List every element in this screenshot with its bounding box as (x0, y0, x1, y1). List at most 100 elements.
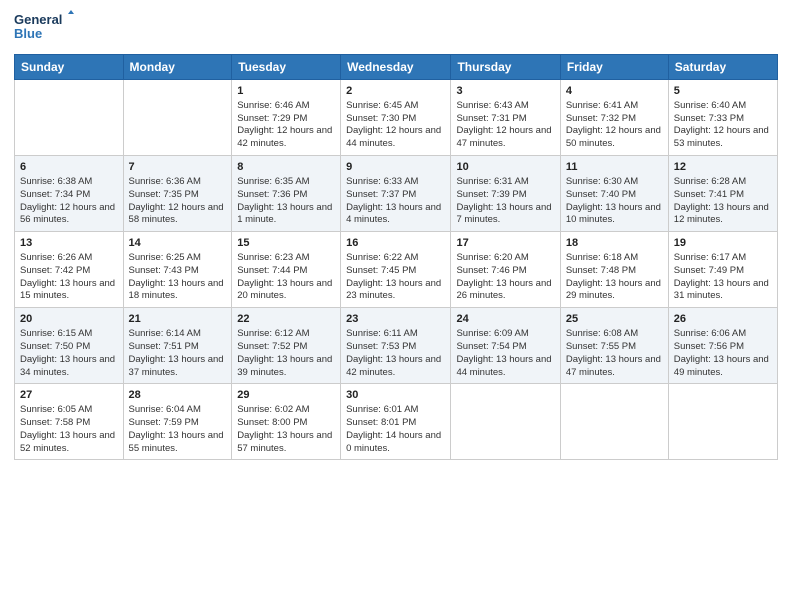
day-number: 26 (674, 312, 772, 327)
calendar-week-row: 27Sunrise: 6:05 AM Sunset: 7:58 PM Dayli… (15, 384, 778, 460)
calendar-cell: 28Sunrise: 6:04 AM Sunset: 7:59 PM Dayli… (123, 384, 232, 460)
calendar-week-row: 1Sunrise: 6:46 AM Sunset: 7:29 PM Daylig… (15, 80, 778, 156)
calendar-cell: 2Sunrise: 6:45 AM Sunset: 7:30 PM Daylig… (341, 80, 451, 156)
col-header-friday: Friday (560, 55, 668, 80)
day-number: 1 (237, 84, 335, 99)
calendar-header-row: SundayMondayTuesdayWednesdayThursdayFrid… (15, 55, 778, 80)
day-info: Sunrise: 6:26 AM Sunset: 7:42 PM Dayligh… (20, 252, 118, 303)
calendar-cell: 16Sunrise: 6:22 AM Sunset: 7:45 PM Dayli… (341, 232, 451, 308)
day-number: 7 (129, 160, 227, 175)
day-info: Sunrise: 6:17 AM Sunset: 7:49 PM Dayligh… (674, 252, 772, 303)
calendar-cell (123, 80, 232, 156)
svg-text:General: General (14, 12, 62, 27)
calendar-cell: 5Sunrise: 6:40 AM Sunset: 7:33 PM Daylig… (668, 80, 777, 156)
calendar-cell: 6Sunrise: 6:38 AM Sunset: 7:34 PM Daylig… (15, 156, 124, 232)
col-header-tuesday: Tuesday (232, 55, 341, 80)
calendar-cell: 20Sunrise: 6:15 AM Sunset: 7:50 PM Dayli… (15, 308, 124, 384)
col-header-wednesday: Wednesday (341, 55, 451, 80)
day-number: 9 (346, 160, 445, 175)
day-number: 14 (129, 236, 227, 251)
day-number: 28 (129, 388, 227, 403)
day-info: Sunrise: 6:46 AM Sunset: 7:29 PM Dayligh… (237, 100, 335, 151)
day-info: Sunrise: 6:30 AM Sunset: 7:40 PM Dayligh… (566, 176, 663, 227)
calendar-cell: 11Sunrise: 6:30 AM Sunset: 7:40 PM Dayli… (560, 156, 668, 232)
day-info: Sunrise: 6:08 AM Sunset: 7:55 PM Dayligh… (566, 328, 663, 379)
day-info: Sunrise: 6:25 AM Sunset: 7:43 PM Dayligh… (129, 252, 227, 303)
col-header-saturday: Saturday (668, 55, 777, 80)
day-info: Sunrise: 6:09 AM Sunset: 7:54 PM Dayligh… (456, 328, 554, 379)
day-info: Sunrise: 6:33 AM Sunset: 7:37 PM Dayligh… (346, 176, 445, 227)
calendar-cell: 26Sunrise: 6:06 AM Sunset: 7:56 PM Dayli… (668, 308, 777, 384)
day-number: 16 (346, 236, 445, 251)
page: General Blue SundayMondayTuesdayWednesda… (0, 0, 792, 612)
svg-text:Blue: Blue (14, 26, 42, 41)
day-info: Sunrise: 6:02 AM Sunset: 8:00 PM Dayligh… (237, 404, 335, 455)
day-number: 8 (237, 160, 335, 175)
logo: General Blue (14, 10, 74, 46)
calendar-cell (451, 384, 560, 460)
calendar-week-row: 13Sunrise: 6:26 AM Sunset: 7:42 PM Dayli… (15, 232, 778, 308)
calendar-cell (15, 80, 124, 156)
day-number: 10 (456, 160, 554, 175)
calendar-cell: 1Sunrise: 6:46 AM Sunset: 7:29 PM Daylig… (232, 80, 341, 156)
col-header-monday: Monday (123, 55, 232, 80)
day-number: 21 (129, 312, 227, 327)
day-info: Sunrise: 6:12 AM Sunset: 7:52 PM Dayligh… (237, 328, 335, 379)
logo-svg: General Blue (14, 10, 74, 46)
day-number: 22 (237, 312, 335, 327)
calendar-cell: 27Sunrise: 6:05 AM Sunset: 7:58 PM Dayli… (15, 384, 124, 460)
day-number: 29 (237, 388, 335, 403)
calendar-cell (560, 384, 668, 460)
day-number: 17 (456, 236, 554, 251)
day-number: 18 (566, 236, 663, 251)
day-number: 4 (566, 84, 663, 99)
day-info: Sunrise: 6:15 AM Sunset: 7:50 PM Dayligh… (20, 328, 118, 379)
day-info: Sunrise: 6:43 AM Sunset: 7:31 PM Dayligh… (456, 100, 554, 151)
calendar-cell: 21Sunrise: 6:14 AM Sunset: 7:51 PM Dayli… (123, 308, 232, 384)
day-info: Sunrise: 6:35 AM Sunset: 7:36 PM Dayligh… (237, 176, 335, 227)
day-info: Sunrise: 6:28 AM Sunset: 7:41 PM Dayligh… (674, 176, 772, 227)
calendar-cell: 29Sunrise: 6:02 AM Sunset: 8:00 PM Dayli… (232, 384, 341, 460)
calendar-cell: 9Sunrise: 6:33 AM Sunset: 7:37 PM Daylig… (341, 156, 451, 232)
calendar-cell: 17Sunrise: 6:20 AM Sunset: 7:46 PM Dayli… (451, 232, 560, 308)
calendar-cell: 15Sunrise: 6:23 AM Sunset: 7:44 PM Dayli… (232, 232, 341, 308)
day-info: Sunrise: 6:04 AM Sunset: 7:59 PM Dayligh… (129, 404, 227, 455)
day-number: 11 (566, 160, 663, 175)
day-number: 13 (20, 236, 118, 251)
calendar-cell: 25Sunrise: 6:08 AM Sunset: 7:55 PM Dayli… (560, 308, 668, 384)
calendar-cell (668, 384, 777, 460)
calendar-cell: 3Sunrise: 6:43 AM Sunset: 7:31 PM Daylig… (451, 80, 560, 156)
calendar-cell: 13Sunrise: 6:26 AM Sunset: 7:42 PM Dayli… (15, 232, 124, 308)
day-number: 25 (566, 312, 663, 327)
calendar-cell: 12Sunrise: 6:28 AM Sunset: 7:41 PM Dayli… (668, 156, 777, 232)
day-info: Sunrise: 6:14 AM Sunset: 7:51 PM Dayligh… (129, 328, 227, 379)
day-number: 3 (456, 84, 554, 99)
calendar-cell: 10Sunrise: 6:31 AM Sunset: 7:39 PM Dayli… (451, 156, 560, 232)
day-info: Sunrise: 6:36 AM Sunset: 7:35 PM Dayligh… (129, 176, 227, 227)
calendar-cell: 18Sunrise: 6:18 AM Sunset: 7:48 PM Dayli… (560, 232, 668, 308)
calendar-cell: 30Sunrise: 6:01 AM Sunset: 8:01 PM Dayli… (341, 384, 451, 460)
day-number: 19 (674, 236, 772, 251)
day-number: 24 (456, 312, 554, 327)
calendar-cell: 4Sunrise: 6:41 AM Sunset: 7:32 PM Daylig… (560, 80, 668, 156)
day-info: Sunrise: 6:05 AM Sunset: 7:58 PM Dayligh… (20, 404, 118, 455)
calendar-cell: 22Sunrise: 6:12 AM Sunset: 7:52 PM Dayli… (232, 308, 341, 384)
calendar-table: SundayMondayTuesdayWednesdayThursdayFrid… (14, 54, 778, 460)
header: General Blue (14, 10, 778, 46)
day-info: Sunrise: 6:11 AM Sunset: 7:53 PM Dayligh… (346, 328, 445, 379)
day-info: Sunrise: 6:01 AM Sunset: 8:01 PM Dayligh… (346, 404, 445, 455)
calendar-cell: 14Sunrise: 6:25 AM Sunset: 7:43 PM Dayli… (123, 232, 232, 308)
day-info: Sunrise: 6:18 AM Sunset: 7:48 PM Dayligh… (566, 252, 663, 303)
calendar-cell: 23Sunrise: 6:11 AM Sunset: 7:53 PM Dayli… (341, 308, 451, 384)
col-header-thursday: Thursday (451, 55, 560, 80)
day-info: Sunrise: 6:20 AM Sunset: 7:46 PM Dayligh… (456, 252, 554, 303)
calendar-week-row: 6Sunrise: 6:38 AM Sunset: 7:34 PM Daylig… (15, 156, 778, 232)
day-info: Sunrise: 6:38 AM Sunset: 7:34 PM Dayligh… (20, 176, 118, 227)
day-number: 12 (674, 160, 772, 175)
day-info: Sunrise: 6:31 AM Sunset: 7:39 PM Dayligh… (456, 176, 554, 227)
calendar-cell: 8Sunrise: 6:35 AM Sunset: 7:36 PM Daylig… (232, 156, 341, 232)
day-number: 2 (346, 84, 445, 99)
day-info: Sunrise: 6:06 AM Sunset: 7:56 PM Dayligh… (674, 328, 772, 379)
day-number: 27 (20, 388, 118, 403)
day-info: Sunrise: 6:23 AM Sunset: 7:44 PM Dayligh… (237, 252, 335, 303)
